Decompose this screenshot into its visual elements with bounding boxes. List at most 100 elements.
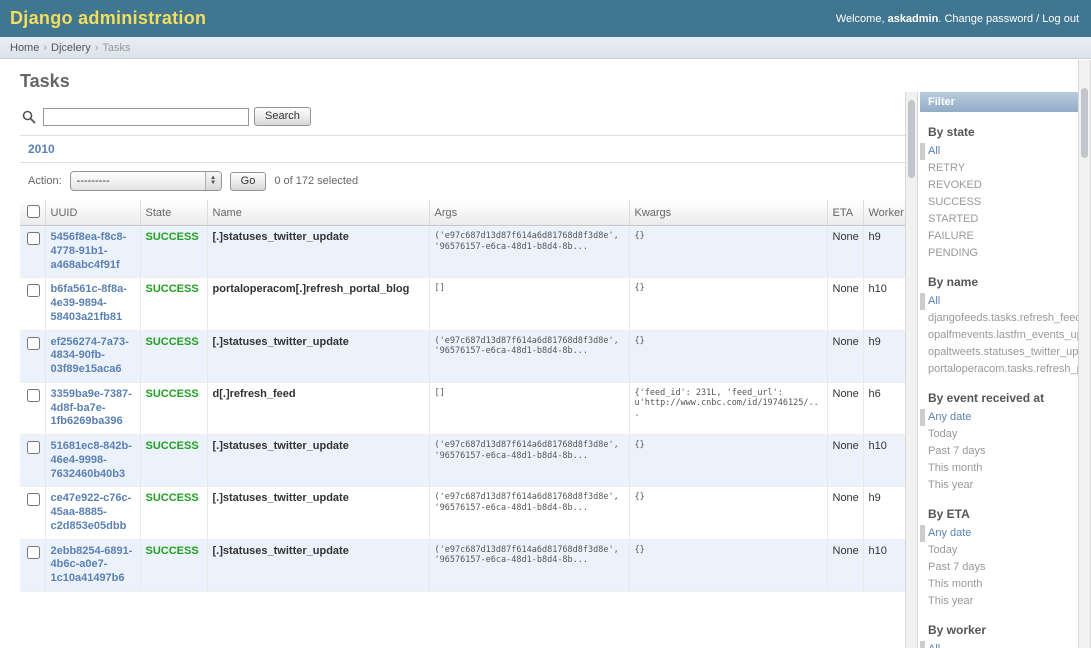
- table-header-row: UUID State Name Args Kwargs ETA Worker: [20, 200, 905, 226]
- task-uuid-link[interactable]: 51681ec8-842b-46e4-9998-7632460b40b3: [51, 440, 132, 480]
- task-uuid-link[interactable]: ce47e922-c76c-45aa-8885-c2d853e05dbb: [51, 492, 132, 532]
- filter-link[interactable]: All: [928, 145, 940, 157]
- page-scrollbar[interactable]: [1078, 60, 1091, 648]
- task-uuid-link[interactable]: 3359ba9e-7387-4d8f-ba7e-1fb6269ba396: [51, 388, 132, 428]
- action-select[interactable]: --------- ▲▼: [70, 171, 222, 191]
- date-hierarchy: 2010: [20, 136, 905, 163]
- filter-option[interactable]: STARTED: [920, 211, 1078, 228]
- filter-option[interactable]: PENDING: [920, 245, 1078, 262]
- filter-link[interactable]: opaltweets.statuses_twitter_update: [928, 346, 1078, 358]
- filter-option[interactable]: Past 7 days: [920, 443, 1078, 460]
- filter-link[interactable]: This month: [928, 578, 982, 590]
- task-name: [.]statuses_twitter_update: [207, 539, 429, 591]
- filter-link[interactable]: djangofeeds.tasks.refresh_feed: [928, 312, 1078, 324]
- filter-option[interactable]: FAILURE: [920, 228, 1078, 245]
- column-header-kwargs[interactable]: Kwargs: [629, 200, 827, 226]
- filter-option-selected[interactable]: Any date: [920, 409, 1078, 426]
- filter-link[interactable]: opalfmevents.lastfm_events_update: [928, 329, 1078, 341]
- filter-option[interactable]: This year: [920, 477, 1078, 494]
- row-checkbox[interactable]: [27, 337, 40, 350]
- task-kwargs: {'feed_id': 231L, 'feed_url': u'http://w…: [629, 382, 827, 434]
- task-worker: h9: [863, 226, 905, 278]
- row-checkbox[interactable]: [27, 493, 40, 506]
- filter-option[interactable]: Today: [920, 426, 1078, 443]
- row-checkbox[interactable]: [27, 441, 40, 454]
- filter-link[interactable]: Past 7 days: [928, 561, 985, 573]
- task-name: [.]statuses_twitter_update: [207, 330, 429, 382]
- row-select-cell: [20, 278, 45, 330]
- task-uuid-link[interactable]: 2ebb8254-6891-4b6c-a0e7-1c10a41497b6: [51, 545, 133, 585]
- task-kwargs: {}: [629, 278, 827, 330]
- breadcrumb-home-link[interactable]: Home: [10, 42, 39, 54]
- filter-option[interactable]: opaltweets.statuses_twitter_update: [920, 344, 1078, 361]
- change-password-link[interactable]: Change password: [944, 13, 1033, 25]
- filter-heading-by-eta: By ETA: [920, 507, 1078, 521]
- task-uuid-link[interactable]: 5456f8ea-f8c8-4778-91b1-a468abc4f91f: [51, 231, 127, 271]
- task-kwargs: {}: [629, 226, 827, 278]
- row-checkbox[interactable]: [27, 284, 40, 297]
- filter-option-selected[interactable]: All: [920, 641, 1078, 648]
- task-uuid-link[interactable]: ef256274-7a73-4834-90fb-03f89e15aca6: [51, 336, 129, 376]
- filter-option-selected[interactable]: All: [920, 143, 1078, 160]
- select-all-checkbox[interactable]: [27, 205, 40, 218]
- go-button[interactable]: Go: [230, 172, 267, 191]
- task-uuid-link[interactable]: b6fa561c-8f8a-4e39-9894-58403a21fb81: [51, 283, 127, 323]
- filter-option[interactable]: Past 7 days: [920, 559, 1078, 576]
- column-header-args[interactable]: Args: [429, 200, 629, 226]
- task-kwargs: {}: [629, 539, 827, 591]
- filter-option[interactable]: This month: [920, 576, 1078, 593]
- results-scrollbar[interactable]: [905, 92, 918, 648]
- filter-link[interactable]: All: [928, 295, 940, 307]
- filter-link[interactable]: Today: [928, 544, 957, 556]
- filter-option[interactable]: This month: [920, 460, 1078, 477]
- search-input[interactable]: [43, 108, 249, 126]
- column-header-eta[interactable]: ETA: [827, 200, 863, 226]
- row-checkbox[interactable]: [27, 546, 40, 559]
- filter-option[interactable]: RETRY: [920, 160, 1078, 177]
- column-header-name[interactable]: Name: [207, 200, 429, 226]
- table-row: 3359ba9e-7387-4d8f-ba7e-1fb6269ba396 SUC…: [20, 382, 905, 434]
- task-eta: None: [827, 278, 863, 330]
- filter-link[interactable]: FAILURE: [928, 230, 974, 242]
- filter-option[interactable]: SUCCESS: [920, 194, 1078, 211]
- scrollbar-thumb[interactable]: [1081, 88, 1088, 158]
- column-header-state[interactable]: State: [140, 200, 207, 226]
- row-checkbox[interactable]: [27, 389, 40, 402]
- filter-link[interactable]: STARTED: [928, 213, 978, 225]
- filter-option[interactable]: portaloperacom.tasks.refresh_portal_blog: [920, 361, 1078, 378]
- filter-link[interactable]: REVOKED: [928, 179, 982, 191]
- breadcrumb-app-link[interactable]: Djcelery: [51, 42, 91, 54]
- row-checkbox[interactable]: [27, 232, 40, 245]
- filter-link[interactable]: This year: [928, 479, 973, 491]
- filter-link[interactable]: portaloperacom.tasks.refresh_portal_blog: [928, 363, 1078, 375]
- filter-link[interactable]: Any date: [928, 527, 971, 539]
- filter-option[interactable]: This year: [920, 593, 1078, 610]
- task-args: ('e97c687d13d87f614a6d81768d8f3d8e', '96…: [429, 330, 629, 382]
- filter-option-selected[interactable]: All: [920, 293, 1078, 310]
- task-name: [.]statuses_twitter_update: [207, 487, 429, 539]
- filter-link[interactable]: Any date: [928, 411, 971, 423]
- filter-option-selected[interactable]: Any date: [920, 525, 1078, 542]
- filter-option[interactable]: REVOKED: [920, 177, 1078, 194]
- filter-link[interactable]: Today: [928, 428, 957, 440]
- filter-link[interactable]: PENDING: [928, 247, 978, 259]
- date-hierarchy-year-link[interactable]: 2010: [28, 142, 55, 156]
- search-button[interactable]: Search: [254, 107, 311, 126]
- column-header-uuid[interactable]: UUID: [45, 200, 140, 226]
- filter-link[interactable]: RETRY: [928, 162, 965, 174]
- filter-list-by-name: All djangofeeds.tasks.refresh_feed opalf…: [920, 293, 1078, 378]
- scrollbar-thumb[interactable]: [908, 100, 915, 178]
- filter-link[interactable]: Past 7 days: [928, 445, 985, 457]
- action-label: Action:: [28, 175, 62, 187]
- filter-option[interactable]: Today: [920, 542, 1078, 559]
- logout-link[interactable]: Log out: [1042, 13, 1079, 25]
- filter-link[interactable]: SUCCESS: [928, 196, 981, 208]
- filter-link[interactable]: All: [928, 643, 940, 648]
- user-tools: Welcome, askadmin. Change password / Log…: [836, 13, 1079, 25]
- filter-option[interactable]: opalfmevents.lastfm_events_update: [920, 327, 1078, 344]
- column-header-worker[interactable]: Worker: [863, 200, 905, 226]
- filter-link[interactable]: This month: [928, 462, 982, 474]
- filter-option[interactable]: djangofeeds.tasks.refresh_feed: [920, 310, 1078, 327]
- page-title: Tasks: [20, 71, 1091, 92]
- filter-link[interactable]: This year: [928, 595, 973, 607]
